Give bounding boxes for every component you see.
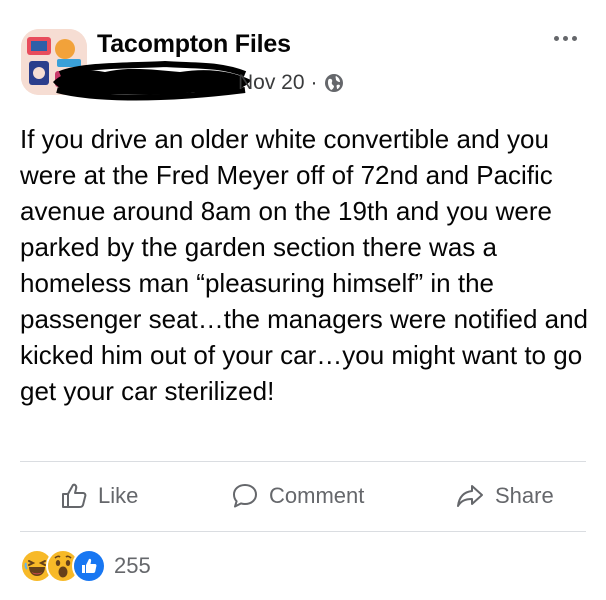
comment-bubble-icon (233, 484, 257, 508)
share-label: Share (495, 483, 554, 508)
reaction-count: 255 (114, 553, 151, 578)
post-meta: Nov 20 · (238, 70, 344, 96)
meta-separator: · (310, 71, 318, 94)
actions-divider-bottom (20, 531, 586, 532)
globe-icon (324, 74, 343, 92)
more-options-icon[interactable] (546, 28, 584, 48)
actions-divider-top (20, 461, 586, 462)
redacted-author-scribble (53, 60, 251, 101)
share-arrow-icon (457, 485, 483, 507)
post-timestamp[interactable]: Nov 20 (238, 71, 305, 95)
like-icon (72, 549, 106, 583)
page-name[interactable]: Tacompton Files (97, 30, 291, 59)
reaction-icons (20, 549, 106, 583)
comment-label: Comment (269, 483, 365, 508)
like-label: Like (98, 483, 139, 508)
post-actions-bar: Like Comment Share (0, 466, 606, 526)
thumbs-up-icon (62, 483, 87, 508)
share-button[interactable]: Share (455, 466, 554, 526)
post-header: Tacompton Files Nov 20 · (0, 0, 606, 110)
comment-button[interactable]: Comment (231, 466, 364, 526)
post-body-text: If you drive an older white convertible … (20, 124, 589, 406)
reactions-summary[interactable]: 255 (20, 548, 151, 584)
like-button[interactable]: Like (60, 466, 138, 526)
